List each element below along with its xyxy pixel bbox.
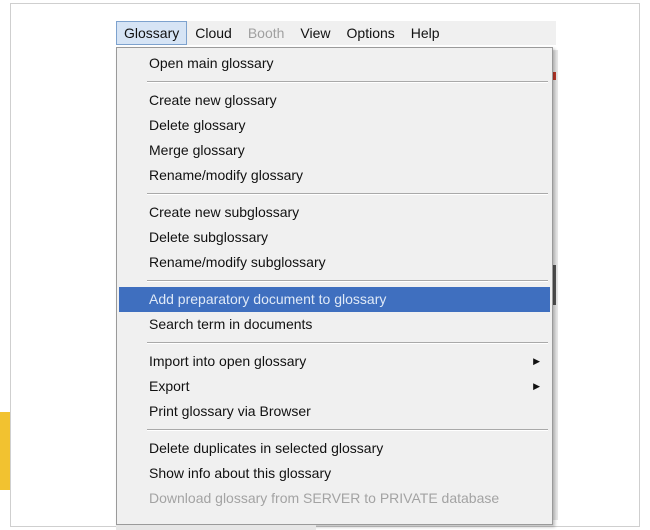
- menu-item-rename-modify-subglossary[interactable]: Rename/modify subglossary: [119, 250, 550, 275]
- menu-options[interactable]: Options: [339, 21, 403, 45]
- menu-glossary[interactable]: Glossary: [116, 21, 188, 45]
- menu-item-rename-modify-glossary[interactable]: Rename/modify glossary: [119, 163, 550, 188]
- menu-separator: [147, 280, 548, 282]
- menu-help[interactable]: Help: [403, 21, 448, 45]
- menu-item-import-into-open-glossary[interactable]: Import into open glossary ▶: [119, 349, 550, 374]
- menu-item-create-new-subglossary[interactable]: Create new subglossary: [119, 200, 550, 225]
- submenu-arrow-icon: ▶: [533, 381, 540, 391]
- menu-item-delete-duplicates[interactable]: Delete duplicates in selected glossary: [119, 436, 550, 461]
- menu-item-label: Import into open glossary: [149, 353, 307, 369]
- accent-bar: [0, 412, 10, 490]
- menu-bar: Glossary Cloud Booth View Options Help: [116, 21, 556, 45]
- screenshot-stage: Glossary Cloud Booth View Options Help O…: [0, 0, 650, 530]
- menu-item-delete-glossary[interactable]: Delete glossary: [119, 113, 550, 138]
- menu-item-search-term-in-documents[interactable]: Search term in documents: [119, 312, 550, 337]
- glossary-dropdown-menu: Open main glossary Create new glossary D…: [116, 47, 553, 525]
- background-window-strip: [116, 525, 316, 530]
- menu-item-delete-subglossary[interactable]: Delete subglossary: [119, 225, 550, 250]
- submenu-arrow-icon: ▶: [533, 356, 540, 366]
- menu-booth[interactable]: Booth: [240, 21, 293, 45]
- menu-item-export[interactable]: Export ▶: [119, 374, 550, 399]
- menu-item-show-info-about-glossary[interactable]: Show info about this glossary: [119, 461, 550, 486]
- menu-item-print-glossary-via-browser[interactable]: Print glossary via Browser: [119, 399, 550, 424]
- menu-item-open-main-glossary[interactable]: Open main glossary: [119, 51, 550, 76]
- menu-item-label: Export: [149, 378, 190, 394]
- menu-separator: [147, 193, 548, 195]
- menu-item-add-preparatory-document[interactable]: Add preparatory document to glossary: [119, 287, 550, 312]
- menu-cloud[interactable]: Cloud: [187, 21, 240, 45]
- menu-separator: [147, 342, 548, 344]
- menu-separator: [147, 429, 548, 431]
- menu-item-merge-glossary[interactable]: Merge glossary: [119, 138, 550, 163]
- menu-view[interactable]: View: [292, 21, 338, 45]
- menu-item-download-glossary-from-server: Download glossary from SERVER to PRIVATE…: [149, 490, 500, 506]
- menu-item-create-new-glossary[interactable]: Create new glossary: [119, 88, 550, 113]
- menu-separator: [147, 81, 548, 83]
